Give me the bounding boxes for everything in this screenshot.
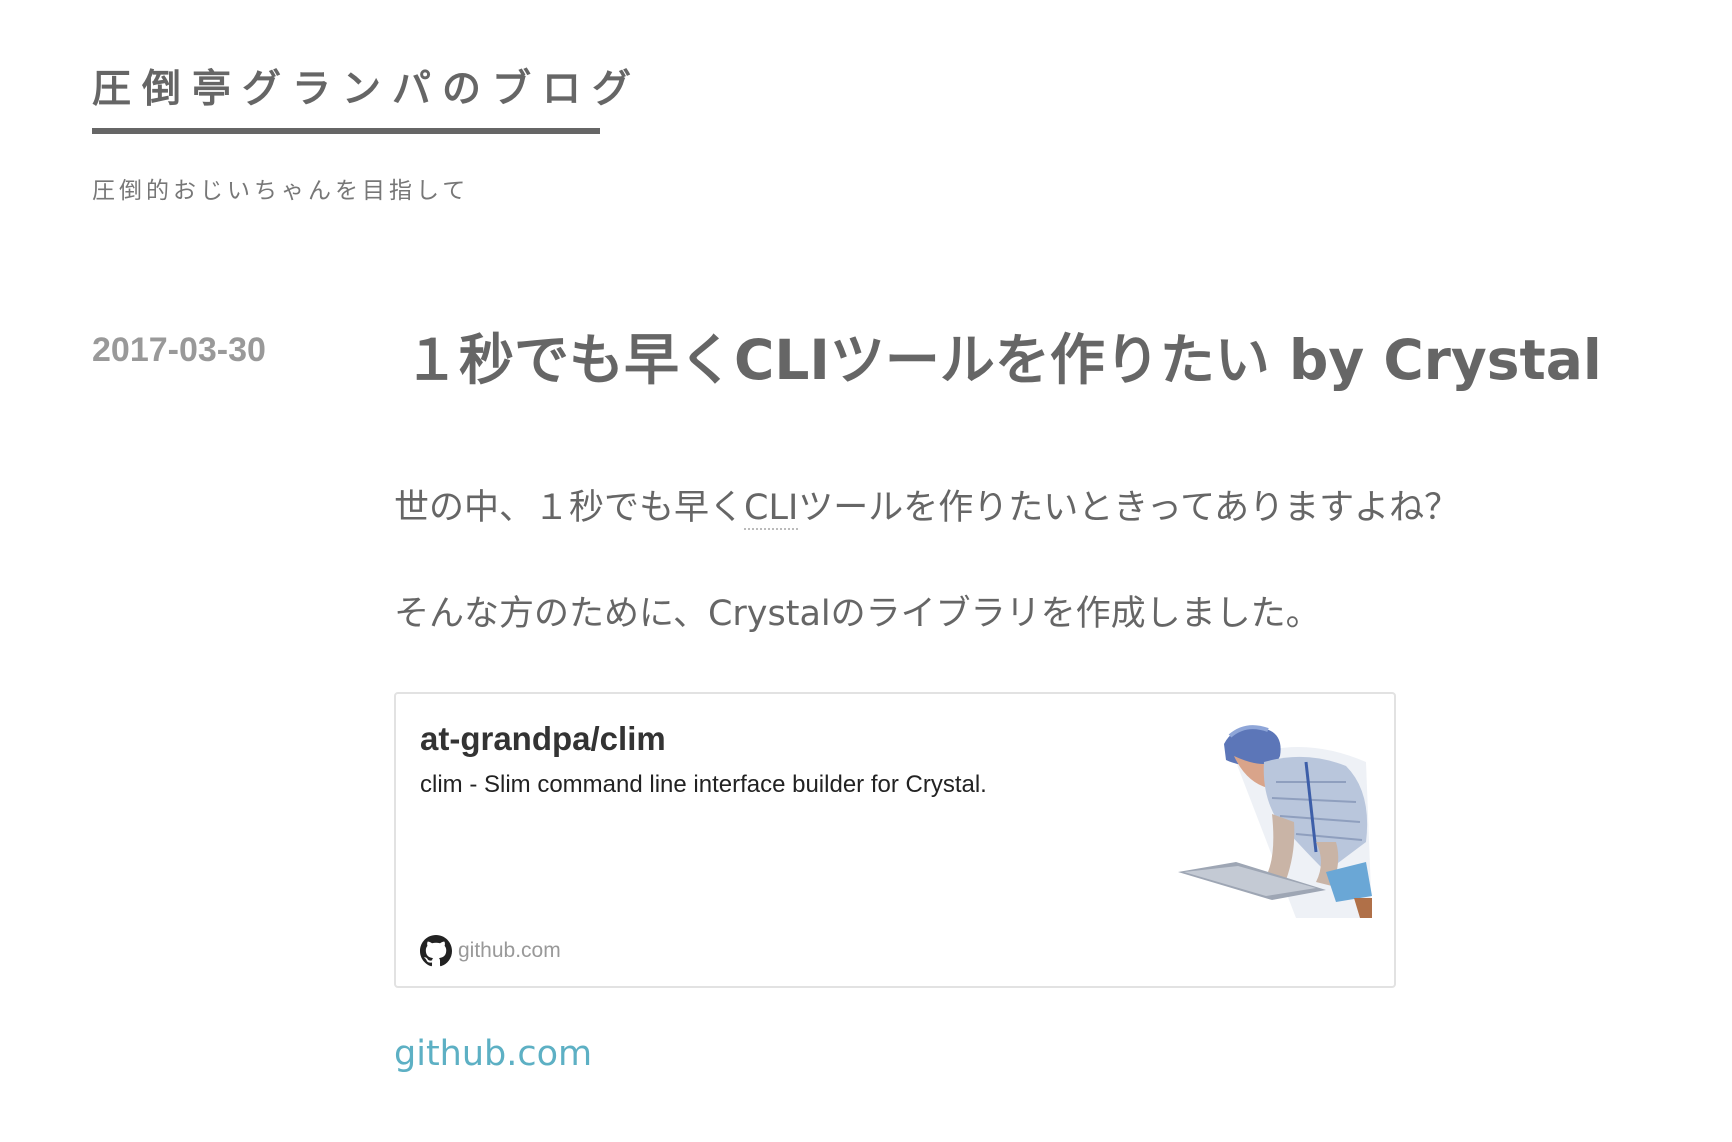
embed-description: clim - Slim command line interface build… [420,771,987,798]
embed-footer: github.com [420,934,561,968]
entry-title-link[interactable]: １秒でも早くCLIツールを作りたい by Crystal [404,322,1602,398]
github-icon [420,935,452,967]
entry-date-link[interactable]: 2017-03-30 [92,326,266,374]
embed-domain: github.com [458,939,561,962]
paragraph-1-text-before: 世の中、１秒でも早く [394,488,745,528]
blog-tagline: 圧倒的おじいちゃんを目指して [92,178,470,204]
blog-title-underline [92,128,600,134]
entry-paragraph-1: 世の中、１秒でも早くCLIツールを作りたいときってありますよね？ [394,480,1459,536]
github-embed-card[interactable]: at-grandpa/clim clim - Slim command line… [394,692,1396,988]
entry-paragraph-2: そんな方のために、Crystalのライブラリを作成しました。 [394,594,1321,634]
person-with-laptop-thumbnail[interactable] [1176,722,1372,918]
paragraph-1-text-after: ツールを作りたいときってありますよね？ [798,488,1460,528]
github-source-link[interactable]: github.com [394,1030,592,1078]
cli-abbreviation[interactable]: CLI [744,488,799,530]
blog-title-link[interactable]: 圧倒亭グランパのブログ [92,62,642,118]
embed-title[interactable]: at-grandpa/clim [420,718,666,760]
blog-page: 圧倒亭グランパのブログ 圧倒的おじいちゃんを目指して 2017-03-30 １秒… [0,0,1732,1142]
